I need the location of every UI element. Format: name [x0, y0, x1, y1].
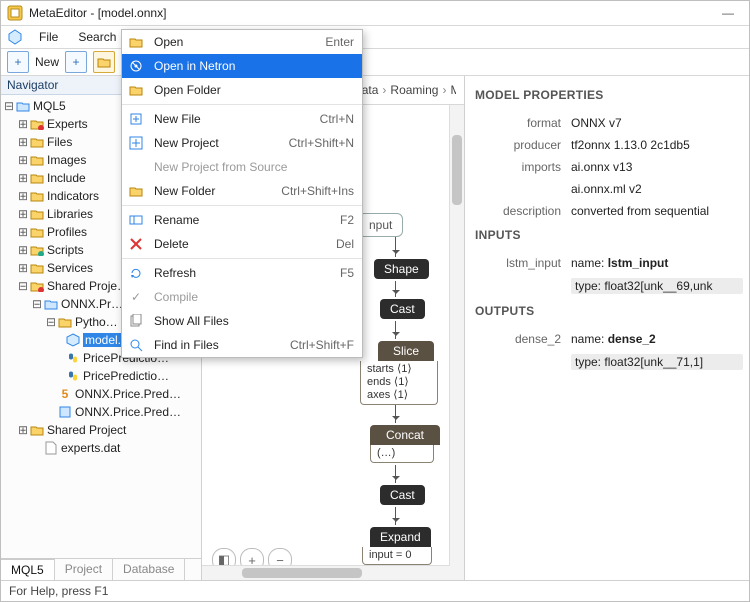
vertical-scrollbar[interactable] — [449, 105, 464, 580]
tree-item[interactable]: Libraries — [47, 207, 93, 221]
ctx-refresh[interactable]: RefreshF5 — [122, 261, 362, 285]
hex-icon — [7, 29, 23, 45]
crumb[interactable]: MetaQu… — [450, 83, 456, 97]
ctx-open-folder[interactable]: Open Folder — [122, 78, 362, 102]
refresh-icon — [126, 264, 146, 282]
prop-val: type: float32[unk__71,1] — [571, 354, 743, 370]
tree-item[interactable]: Files — [47, 135, 72, 149]
prop-key: producer — [475, 138, 571, 152]
tree-root[interactable]: MQL5 — [33, 99, 66, 113]
tree-item[interactable]: Scripts — [47, 243, 84, 257]
search-icon — [126, 336, 146, 354]
open-file-icon — [126, 33, 146, 51]
graph-node-detail: input = 0 — [362, 547, 432, 565]
properties-panel: MODEL PROPERTIES formatONNX v7 producert… — [465, 76, 749, 580]
graph-node[interactable]: Cast — [380, 485, 425, 505]
ctx-new-project[interactable]: New ProjectCtrl+Shift+N — [122, 131, 362, 155]
tree-item[interactable]: Indicators — [47, 189, 99, 203]
window-title: MetaEditor - [model.onnx] — [29, 6, 166, 20]
prop-key: format — [475, 116, 571, 130]
graph-node[interactable]: Slice — [378, 341, 434, 361]
tree-item[interactable]: Images — [47, 153, 86, 167]
section-outputs: OUTPUTS — [475, 304, 743, 318]
tree-item[interactable]: Shared Proje… — [47, 279, 129, 293]
nav-tab-database[interactable]: Database — [113, 559, 185, 580]
graph-input[interactable]: nput — [358, 213, 403, 237]
check-icon: ✓ — [126, 288, 146, 306]
app-icon — [7, 5, 23, 21]
graph-node[interactable]: Concat — [370, 425, 440, 445]
nav-tab-mql5[interactable]: MQL5 — [1, 558, 55, 580]
horizontal-scrollbar[interactable] — [202, 565, 450, 580]
onnx-file-icon — [65, 333, 81, 347]
graph-node[interactable]: Expand — [370, 527, 431, 547]
prop-key: imports — [475, 160, 571, 174]
prop-val: ONNX v7 — [571, 116, 743, 130]
new-file-button[interactable]: + — [7, 51, 29, 73]
ctx-new-project-source: New Project from Source — [122, 155, 362, 179]
ctx-new-file[interactable]: New FileCtrl+N — [122, 107, 362, 131]
tree-item[interactable]: ONNX.Pr… — [61, 297, 123, 311]
new-file-icon — [126, 110, 146, 128]
tree-item[interactable]: Include — [47, 171, 86, 185]
folder-icon — [126, 81, 146, 99]
ctx-delete[interactable]: DeleteDel — [122, 232, 362, 256]
nav-tab-project[interactable]: Project — [55, 559, 113, 580]
menu-search[interactable]: Search — [74, 28, 120, 46]
graph-node-detail: starts ⟨1⟩ends ⟨1⟩axes ⟨1⟩ — [360, 361, 438, 405]
ctx-show-all-files[interactable]: Show All Files — [122, 309, 362, 333]
delete-icon — [126, 235, 146, 253]
ctx-find-in-files[interactable]: Find in FilesCtrl+Shift+F — [122, 333, 362, 357]
prop-key: lstm_input — [475, 256, 571, 270]
tree-item[interactable]: Services — [47, 261, 93, 275]
prop-val: name: lstm_input — [571, 256, 743, 270]
open-folder-button[interactable] — [93, 51, 115, 73]
python-file-icon — [65, 369, 81, 383]
minimize-button[interactable]: — — [713, 6, 743, 20]
prop-val: converted from sequential — [571, 204, 743, 218]
ctx-compile: ✓Compile — [122, 285, 362, 309]
project-file-icon — [57, 405, 73, 419]
prop-key: description — [475, 204, 571, 218]
prop-val: name: dense_2 — [571, 332, 743, 346]
graph-node[interactable]: Shape — [374, 259, 429, 279]
status-text: For Help, press F1 — [9, 584, 108, 598]
prop-val: type: float32[unk__69,unk — [571, 278, 743, 294]
menu-file[interactable]: File — [35, 28, 62, 46]
new-project-icon — [126, 134, 146, 152]
graph-node[interactable]: Cast — [380, 299, 425, 319]
tree-item[interactable]: Experts — [47, 117, 88, 131]
ctx-open-in-netron[interactable]: Open in Netron — [122, 54, 362, 78]
ctx-new-folder[interactable]: New FolderCtrl+Shift+Ins — [122, 179, 362, 203]
tree-item[interactable]: experts.dat — [61, 441, 120, 455]
file-icon — [43, 441, 59, 455]
python-file-icon — [65, 351, 81, 365]
new-label[interactable]: New — [35, 55, 59, 69]
netron-icon — [126, 57, 146, 75]
ctx-rename[interactable]: RenameF2 — [122, 208, 362, 232]
tree-item[interactable]: ONNX.Price.Pred… — [75, 387, 181, 401]
prop-val: ai.onnx v13 — [571, 160, 743, 174]
section-model-properties: MODEL PROPERTIES — [475, 88, 743, 102]
new-plus-button[interactable]: + — [65, 51, 87, 73]
files-icon — [126, 312, 146, 330]
crumb[interactable]: Roaming — [390, 83, 438, 97]
prop-key: dense_2 — [475, 332, 571, 346]
graph-node-detail: (…) — [370, 445, 434, 463]
tree-item[interactable]: Pytho… — [75, 315, 118, 329]
tree-item[interactable]: Shared Project — [47, 423, 126, 437]
rename-icon — [126, 211, 146, 229]
section-inputs: INPUTS — [475, 228, 743, 242]
new-folder-icon — [126, 182, 146, 200]
tree-item[interactable]: Profiles — [47, 225, 87, 239]
tree-item[interactable]: PricePredictio… — [83, 369, 169, 383]
prop-val: tf2onnx 1.13.0 2c1db5 — [571, 138, 743, 152]
prop-val: ai.onnx.ml v2 — [571, 182, 743, 196]
tree-item[interactable]: ONNX.Price.Pred… — [75, 405, 181, 419]
ctx-open[interactable]: OpenEnter — [122, 30, 362, 54]
context-menu[interactable]: OpenEnter Open in Netron Open Folder New… — [121, 29, 363, 358]
